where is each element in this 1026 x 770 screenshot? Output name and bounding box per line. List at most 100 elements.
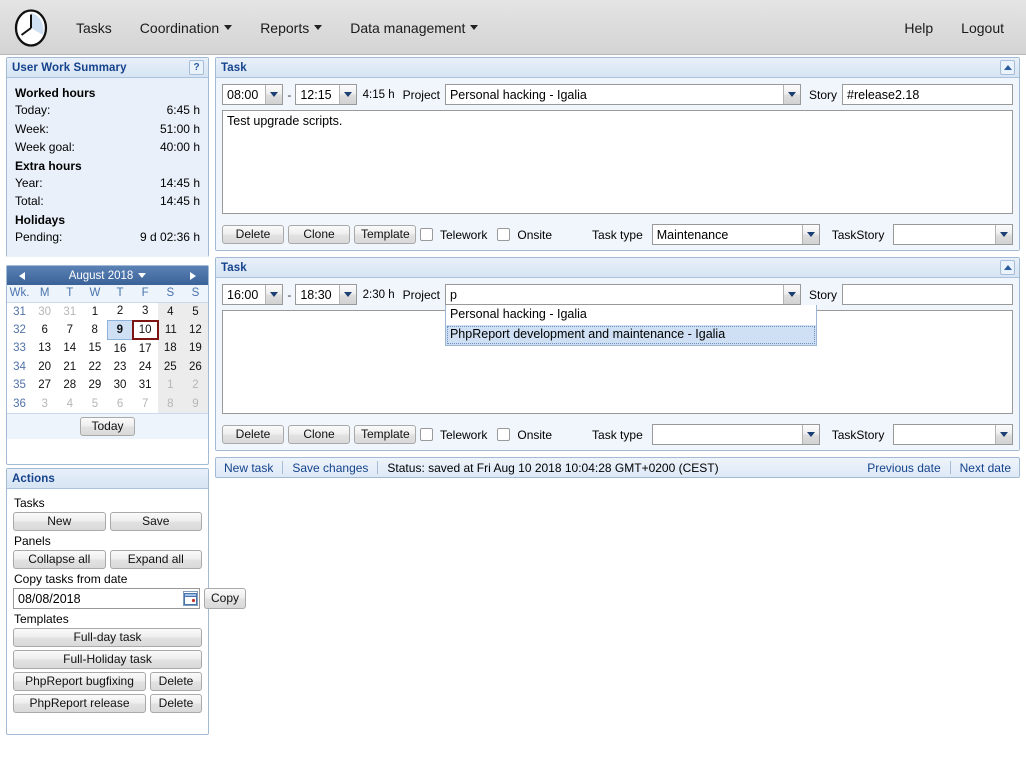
- calendar-day[interactable]: 2: [108, 302, 133, 321]
- chevron-down-icon[interactable]: [782, 85, 800, 104]
- chevron-right-icon[interactable]: [182, 266, 204, 285]
- template-delete-button[interactable]: Delete: [150, 672, 202, 691]
- project-input[interactable]: [444, 284, 801, 305]
- task-story-combo[interactable]: [893, 224, 1013, 245]
- expand-all-button[interactable]: Expand all: [109, 550, 202, 569]
- chevron-down-icon[interactable]: [801, 425, 819, 444]
- chevron-left-icon[interactable]: [11, 266, 33, 285]
- next-date-link[interactable]: Next date: [960, 461, 1011, 475]
- calendar-day[interactable]: 30: [32, 302, 57, 321]
- chevron-down-icon[interactable]: [338, 85, 356, 104]
- new-task-link[interactable]: New task: [224, 461, 273, 475]
- chevron-down-icon[interactable]: [995, 225, 1012, 244]
- nav-item-coordination[interactable]: Coordination: [126, 0, 246, 55]
- calendar-day[interactable]: 22: [82, 358, 107, 377]
- question-mark-icon[interactable]: ?: [189, 60, 204, 75]
- calendar-picker-icon[interactable]: [183, 591, 198, 606]
- template-button[interactable]: Full-day task: [13, 628, 202, 647]
- save-changes-link[interactable]: Save changes: [292, 461, 368, 475]
- task-type-combo[interactable]: [651, 424, 820, 445]
- chevron-down-icon[interactable]: [338, 285, 356, 304]
- copy-button[interactable]: Copy: [204, 588, 247, 609]
- calendar-day[interactable]: 4: [57, 395, 82, 414]
- calendar-day[interactable]: 25: [157, 357, 183, 376]
- chevron-down-icon[interactable]: [782, 285, 800, 304]
- calendar-day[interactable]: 2: [182, 376, 208, 395]
- project-input[interactable]: [444, 84, 801, 105]
- calendar-day[interactable]: 14: [57, 339, 82, 358]
- task-story-combo[interactable]: [893, 424, 1013, 445]
- calendar-day[interactable]: 30: [108, 376, 133, 395]
- template-button[interactable]: Full-Holiday task: [13, 650, 202, 669]
- calendar-day[interactable]: 12: [182, 320, 208, 339]
- start-time-combo[interactable]: [222, 84, 284, 105]
- calendar-day[interactable]: 8: [82, 321, 107, 340]
- calendar-day[interactable]: 6: [32, 321, 57, 340]
- template-task-button[interactable]: Template: [354, 225, 416, 244]
- clone-task-button[interactable]: Clone: [288, 425, 350, 444]
- project-autocomplete-item[interactable]: Personal hacking - Igalia: [446, 305, 816, 325]
- calendar-day[interactable]: 5: [182, 302, 208, 321]
- template-button[interactable]: PhpReport release: [13, 694, 146, 713]
- calendar-day[interactable]: 8: [157, 394, 183, 413]
- calendar-day[interactable]: 9: [182, 394, 208, 413]
- save-task-button[interactable]: Save: [109, 512, 202, 531]
- calendar-day[interactable]: 26: [182, 357, 208, 376]
- calendar-day[interactable]: 16: [108, 339, 133, 358]
- telework-checkbox[interactable]: [420, 228, 433, 241]
- chevron-down-icon[interactable]: [995, 425, 1012, 444]
- task-type-input[interactable]: [651, 224, 820, 245]
- calendar-month-label[interactable]: August 2018: [69, 270, 134, 282]
- calendar-day[interactable]: 7: [133, 395, 158, 414]
- calendar-day-today[interactable]: 10: [131, 319, 159, 340]
- chevron-down-icon[interactable]: [265, 285, 283, 304]
- calendar-day[interactable]: 20: [32, 358, 57, 377]
- start-time-combo[interactable]: [222, 284, 284, 305]
- calendar-day[interactable]: 1: [157, 376, 183, 395]
- calendar-day[interactable]: 11: [157, 320, 183, 339]
- calendar-day[interactable]: 5: [82, 395, 107, 414]
- collapse-all-button[interactable]: Collapse all: [13, 550, 106, 569]
- calendar-day[interactable]: 6: [108, 395, 133, 414]
- new-task-button[interactable]: New: [13, 512, 106, 531]
- calendar-day[interactable]: 17: [133, 339, 158, 358]
- task-description-textarea[interactable]: [222, 110, 1013, 214]
- calendar-day[interactable]: 7: [57, 321, 82, 340]
- calendar-day[interactable]: 31: [57, 302, 82, 321]
- calendar-day-selected[interactable]: 9: [106, 320, 134, 340]
- calendar-day[interactable]: 1: [82, 302, 107, 321]
- nav-item-reports[interactable]: Reports: [246, 0, 336, 55]
- collapse-up-icon[interactable]: [1000, 60, 1015, 75]
- calendar-day[interactable]: 27: [32, 376, 57, 395]
- template-task-button[interactable]: Template: [354, 425, 416, 444]
- onsite-checkbox[interactable]: [497, 228, 511, 241]
- task-type-input[interactable]: [651, 424, 820, 445]
- template-delete-button[interactable]: Delete: [150, 694, 202, 713]
- delete-task-button[interactable]: Delete: [222, 425, 284, 444]
- onsite-checkbox[interactable]: [497, 428, 511, 441]
- project-autocomplete-item[interactable]: PhpReport development and maintenance - …: [445, 325, 816, 345]
- calendar-day[interactable]: 23: [108, 358, 133, 377]
- project-combo[interactable]: [444, 84, 801, 105]
- nav-item-logout[interactable]: Logout: [947, 0, 1018, 55]
- telework-checkbox[interactable]: [420, 428, 433, 441]
- calendar-day[interactable]: 31: [133, 376, 158, 395]
- calendar-day[interactable]: 21: [57, 358, 82, 377]
- nav-item-help[interactable]: Help: [890, 0, 947, 55]
- clone-task-button[interactable]: Clone: [288, 225, 350, 244]
- end-time-combo[interactable]: [295, 284, 357, 305]
- end-time-combo[interactable]: [295, 84, 357, 105]
- calendar-day[interactable]: 29: [82, 376, 107, 395]
- story-input[interactable]: [842, 84, 1013, 105]
- template-button[interactable]: PhpReport bugfixing: [13, 672, 146, 691]
- calendar-day[interactable]: 19: [182, 339, 208, 358]
- nav-item-data-management[interactable]: Data management: [336, 0, 492, 55]
- chevron-down-icon[interactable]: [265, 85, 283, 104]
- calendar-day[interactable]: 13: [32, 339, 57, 358]
- calendar-day[interactable]: 28: [57, 376, 82, 395]
- calendar-day[interactable]: 24: [133, 358, 158, 377]
- calendar-day[interactable]: 3: [32, 395, 57, 414]
- project-combo[interactable]: Personal hacking - IgaliaPhpReport devel…: [444, 284, 817, 346]
- chevron-down-icon[interactable]: [138, 273, 147, 278]
- calendar-day[interactable]: 3: [133, 302, 158, 321]
